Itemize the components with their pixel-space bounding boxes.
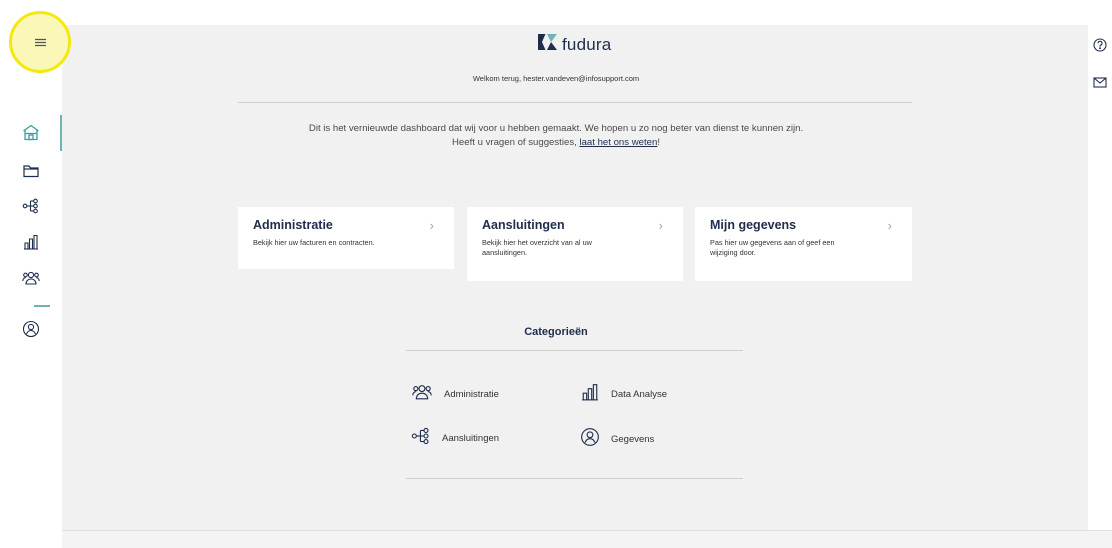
brand-logo[interactable]: fudura [538, 34, 611, 55]
help-icon[interactable] [1093, 38, 1107, 57]
category-data-analyse[interactable]: Data Analyse [580, 383, 667, 406]
intro-body: Dit is het vernieuwde dashboard dat wij … [308, 123, 804, 148]
bar-chart-icon [580, 383, 600, 406]
chevron-right-icon: › [429, 218, 434, 233]
categories-divider-bottom [406, 478, 743, 479]
nav-users[interactable] [22, 270, 40, 291]
users-icon [22, 270, 40, 291]
rail-divider [34, 305, 50, 307]
card-mijn-gegevens[interactable]: Mijn gegevens Pas hier uw gegevens aan o… [695, 207, 912, 281]
menu-button[interactable] [9, 11, 71, 73]
footer-strip [62, 530, 1112, 548]
card-administratie[interactable]: Administratie Bekijk hier uw facturen en… [238, 207, 454, 269]
categories-title: Categorieën [524, 326, 588, 338]
home-icon [22, 124, 40, 146]
fudura-logo-icon [538, 34, 557, 55]
card-title: Aansluitingen [482, 218, 565, 232]
chevron-right-icon: › [658, 218, 663, 233]
network-icon [411, 427, 431, 450]
nav-data-analysis[interactable] [23, 234, 39, 255]
category-label: Data Analyse [611, 389, 667, 400]
header-divider [238, 102, 912, 103]
card-description: Bekijk hier het overzicht van al uw aans… [482, 238, 592, 257]
categories-divider-top [406, 350, 743, 351]
nav-connections[interactable] [22, 198, 40, 219]
welcome-message: Welkom terug, hester.vandeven@infosuppor… [472, 74, 640, 83]
card-title: Mijn gegevens [710, 218, 797, 232]
chevron-right-icon: › [887, 218, 892, 233]
card-aansluitingen[interactable]: Aansluitingen Bekijk hier het overzicht … [467, 207, 683, 281]
brand-name: fudura [562, 34, 612, 54]
contact-link[interactable]: laat het ons weten [579, 137, 657, 148]
intro-suffix: ! [657, 137, 660, 148]
category-label: Aansluitingen [442, 433, 500, 444]
category-administratie[interactable]: Administratie [411, 383, 499, 406]
nav-documents[interactable] [23, 164, 39, 183]
card-title: Administratie [253, 218, 333, 232]
nav-home[interactable] [22, 124, 40, 146]
hamburger-icon [34, 38, 46, 47]
category-label: Administratie [444, 389, 499, 400]
folder-icon [23, 164, 39, 183]
category-gegevens[interactable]: Gegevens [580, 427, 654, 452]
category-label: Gegevens [611, 434, 655, 445]
user-icon [580, 427, 600, 452]
bar-chart-icon [23, 234, 39, 255]
card-description: Bekijk hier uw facturen en contracten. [253, 238, 375, 247]
network-icon [22, 198, 40, 219]
card-description: Pas hier uw gegevens aan of geef een wij… [710, 238, 835, 257]
users-icon [411, 383, 433, 406]
category-aansluitingen[interactable]: Aansluitingen [411, 427, 499, 450]
intro-text: Dit is het vernieuwde dashboard dat wij … [300, 122, 812, 150]
